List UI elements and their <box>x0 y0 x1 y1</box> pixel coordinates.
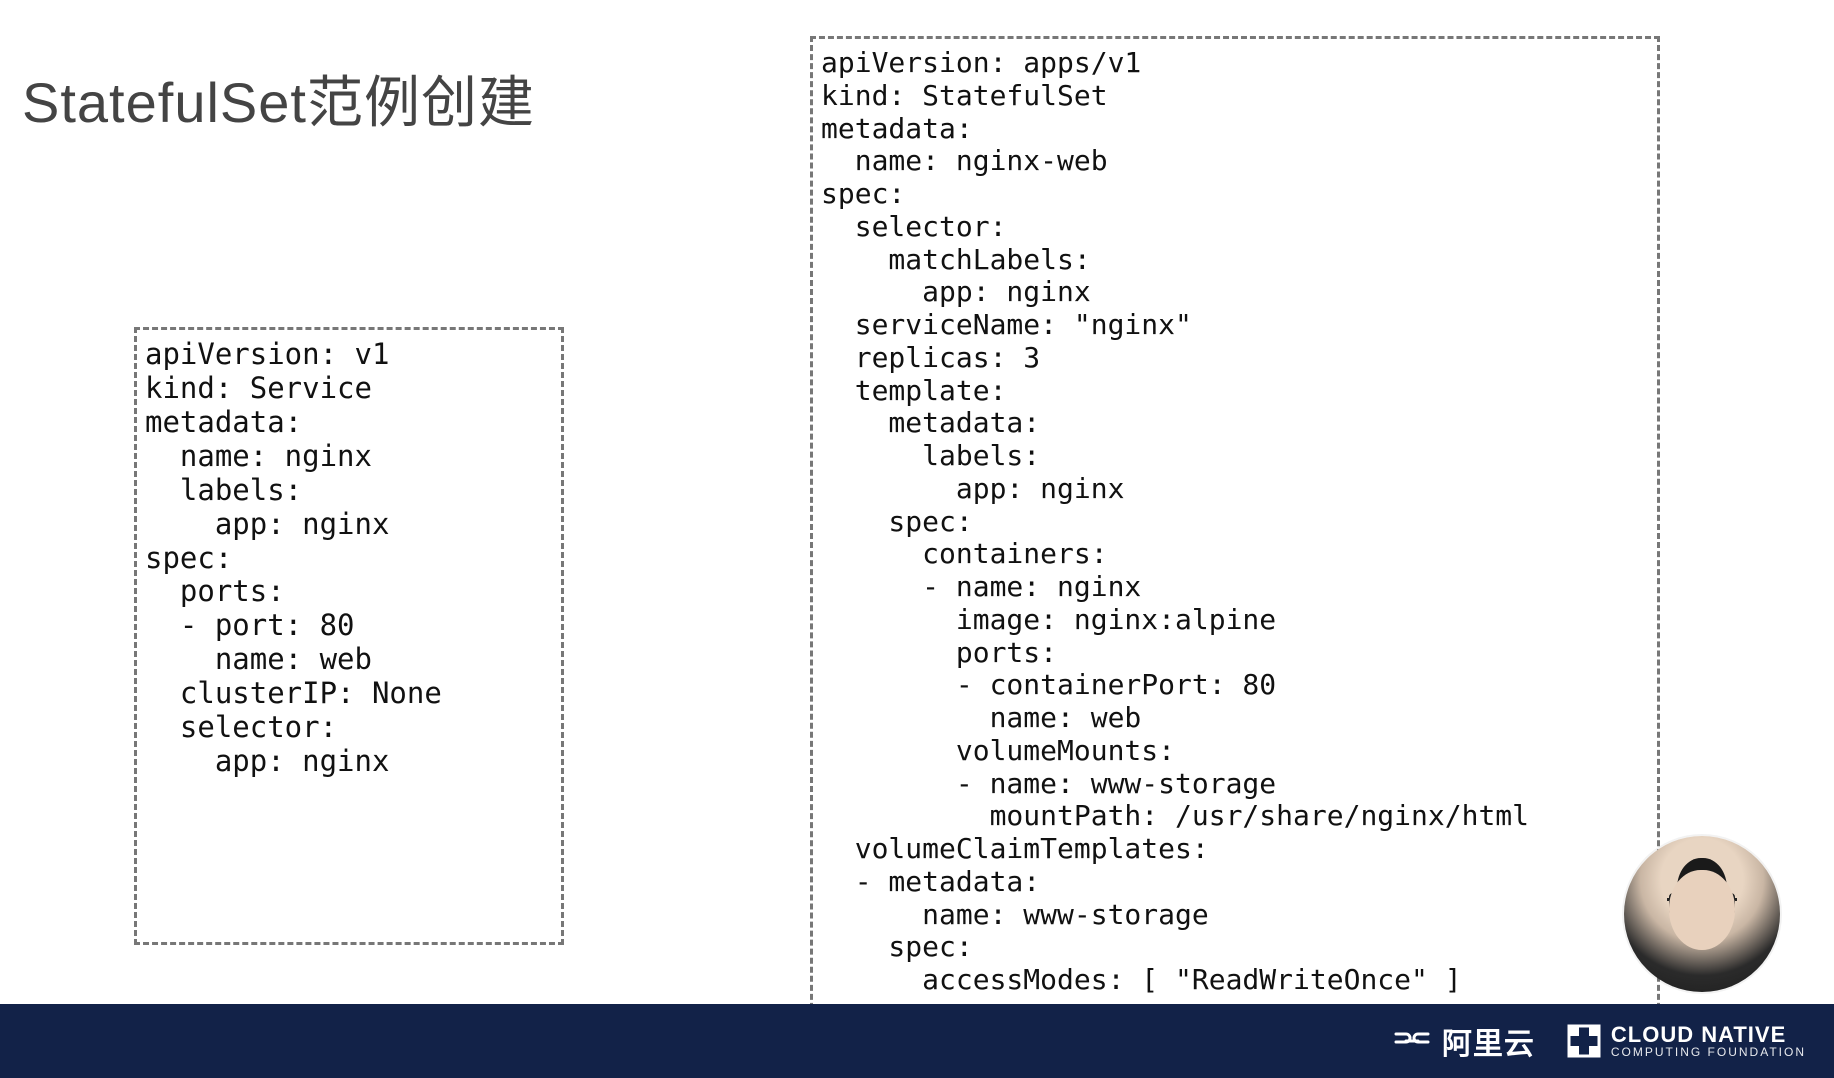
service-yaml-code: apiVersion: v1 kind: Service metadata: n… <box>134 327 564 945</box>
cncf-title: CLOUD NATIVE <box>1611 1024 1806 1046</box>
slide-title: StatefulSet范例创建 <box>22 58 535 139</box>
cncf-brand: CLOUD NATIVE COMPUTING FOUNDATION <box>1567 1024 1806 1058</box>
footer-bar: 阿里云 CLOUD NATIVE COMPUTING FOUNDATION <box>0 1004 1834 1078</box>
aliyun-logo-icon <box>1392 1026 1432 1056</box>
presenter-avatar <box>1624 836 1780 992</box>
slide: StatefulSet范例创建 apiVersion: v1 kind: Ser… <box>0 0 1834 1078</box>
cncf-logo-icon <box>1567 1024 1601 1058</box>
statefulset-yaml-code: apiVersion: apps/v1 kind: StatefulSet me… <box>810 36 1660 1036</box>
aliyun-label: 阿里云 <box>1442 1019 1535 1063</box>
avatar-glasses-icon <box>1667 898 1737 917</box>
cncf-subtitle: COMPUTING FOUNDATION <box>1611 1046 1806 1058</box>
cncf-text: CLOUD NATIVE COMPUTING FOUNDATION <box>1611 1024 1806 1058</box>
aliyun-brand: 阿里云 <box>1392 1019 1535 1063</box>
